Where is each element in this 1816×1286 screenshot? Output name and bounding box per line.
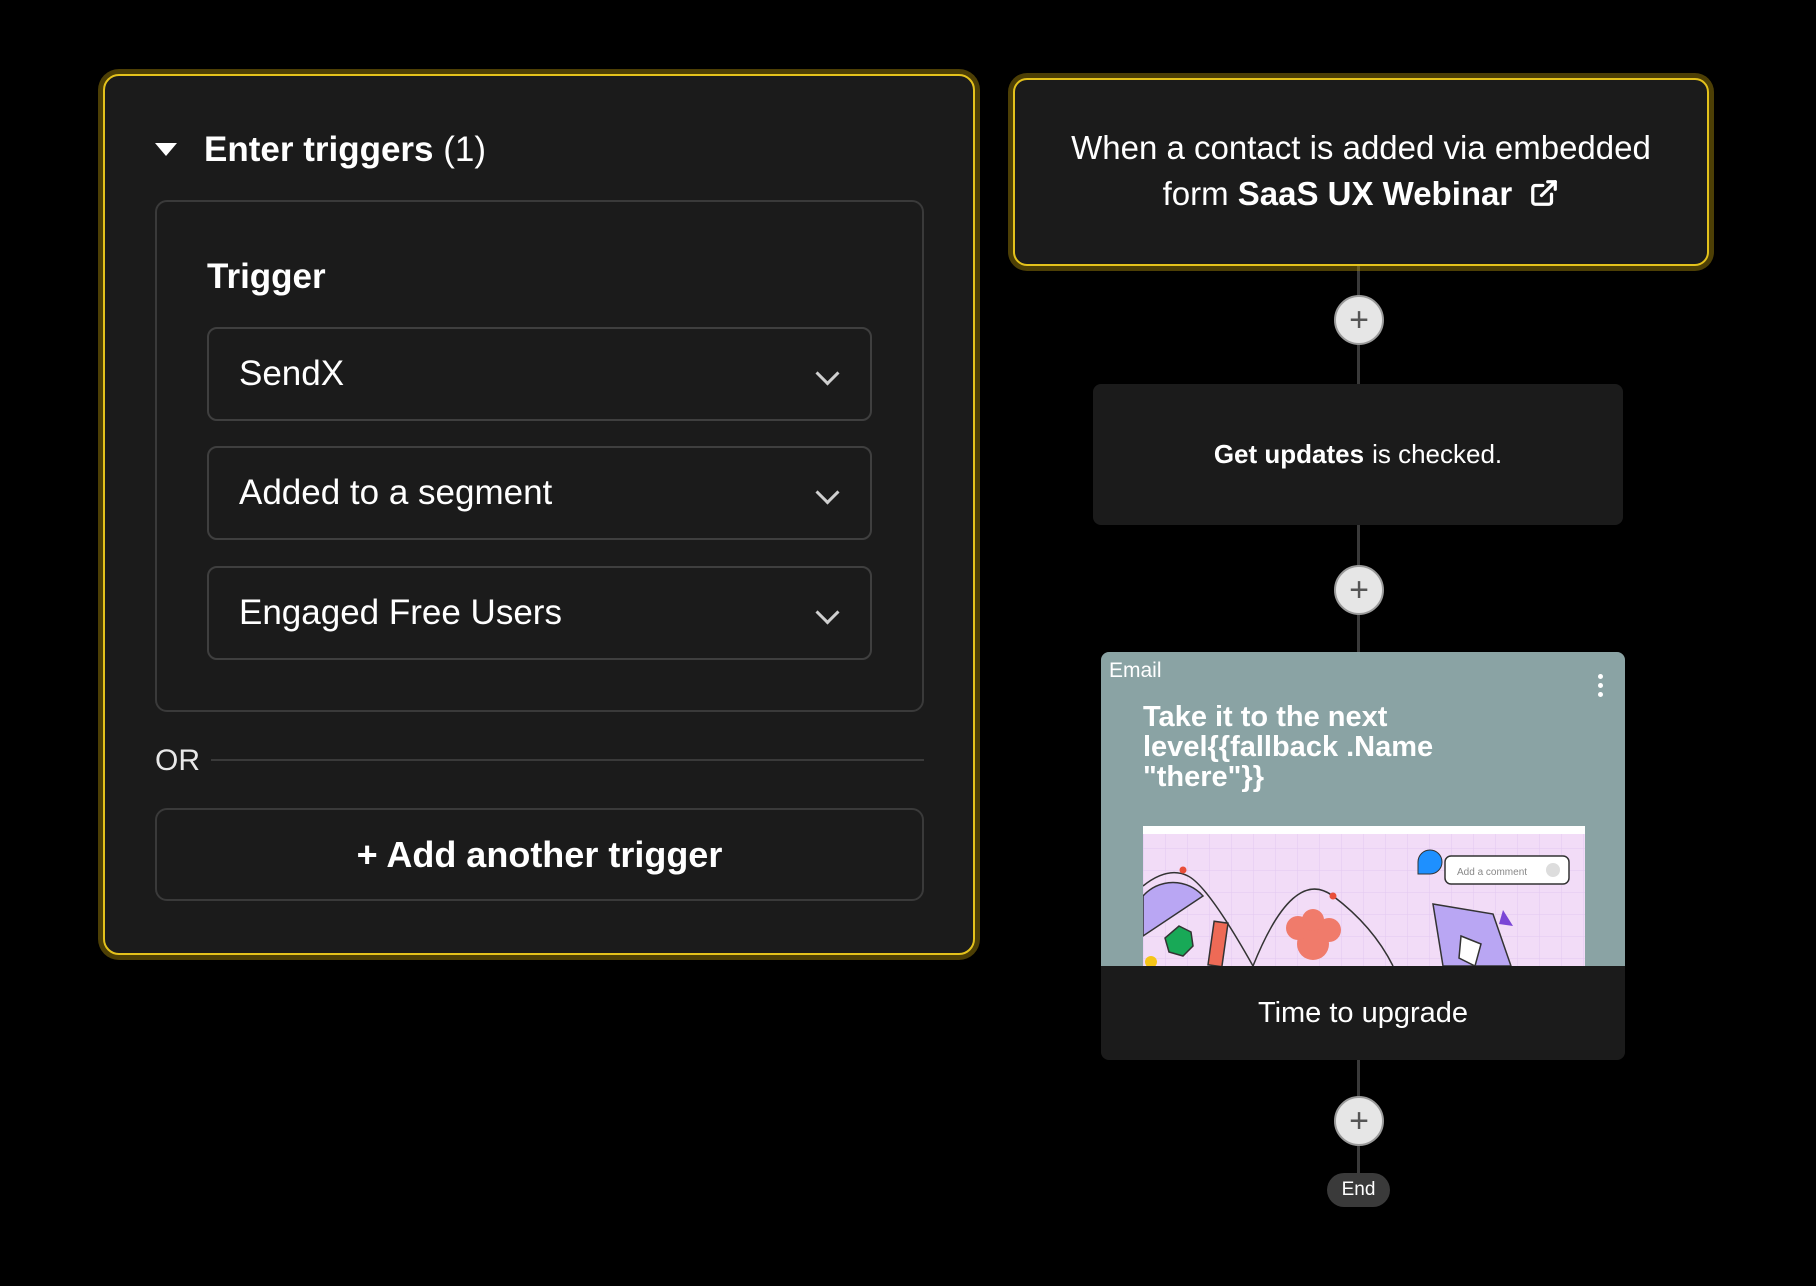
external-link-icon[interactable] — [1529, 174, 1559, 220]
event-select-value: Added to a segment — [239, 473, 553, 512]
comment-placeholder: Add a comment — [1457, 867, 1527, 878]
condition-field: Get updates — [1213, 439, 1365, 469]
email-preview-header: Email Take it to the next level{{fallbac… — [1101, 652, 1625, 968]
add-step-button[interactable]: + — [1334, 1096, 1384, 1146]
trigger-label: Trigger — [207, 257, 326, 296]
email-title: Time to upgrade — [1257, 996, 1469, 1029]
panel-title[interactable]: Enter triggers (1) — [204, 126, 486, 174]
event-select[interactable]: Added to a segment — [207, 446, 872, 540]
trigger-node[interactable]: When a contact is added via embedded for… — [1013, 78, 1709, 266]
or-divider-line — [211, 759, 924, 761]
panel-title-text: Enter triggers — [204, 130, 434, 169]
form-name-link[interactable]: SaaS UX Webinar — [1238, 175, 1513, 212]
email-preview-image: Add a comment — [1142, 826, 1585, 968]
email-heading: Take it to the next level{{fallback .Nam… — [1143, 701, 1434, 793]
trigger-node-text: When a contact is added via embedded for… — [1043, 125, 1679, 220]
chevron-down-icon — [815, 600, 840, 625]
condition-text: is checked. — [1372, 439, 1503, 469]
app-select-value: SendX — [239, 354, 345, 393]
end-node: End — [1327, 1173, 1390, 1207]
or-divider-label: OR — [155, 744, 200, 777]
email-node[interactable]: Email Take it to the next level{{fallbac… — [1101, 652, 1625, 1060]
trigger-count: (1) — [443, 130, 487, 169]
more-options-icon[interactable] — [1598, 674, 1603, 701]
app-select[interactable]: SendX — [207, 327, 872, 421]
collapse-caret-icon[interactable] — [155, 143, 177, 156]
add-trigger-button[interactable]: + Add another trigger — [155, 808, 924, 901]
add-step-button[interactable]: + — [1334, 295, 1384, 345]
add-step-button[interactable]: + — [1334, 565, 1384, 615]
segment-select-value: Engaged Free Users — [239, 593, 562, 632]
chevron-down-icon — [815, 480, 840, 505]
segment-select[interactable]: Engaged Free Users — [207, 566, 872, 660]
email-tag: Email — [1109, 659, 1162, 682]
chevron-down-icon — [815, 361, 840, 386]
condition-node[interactable]: Get updates is checked. — [1093, 384, 1623, 525]
